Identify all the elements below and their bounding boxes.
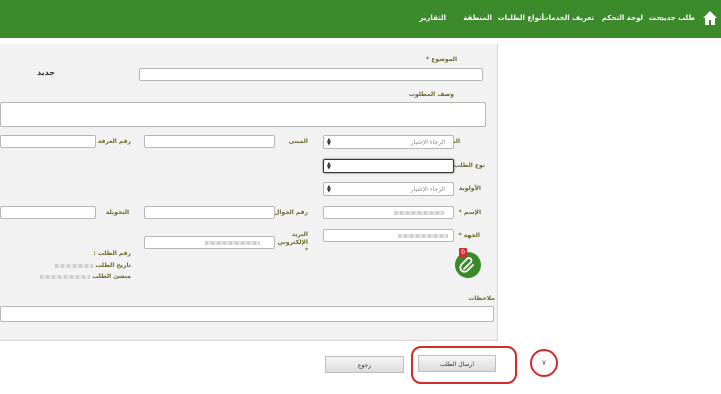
- extension-label: التحويلة: [105, 209, 129, 216]
- priority-select-value: الرجاء الإختيار: [410, 186, 445, 193]
- priority-select[interactable]: الرجاء الإختيار ▲ ▼: [323, 182, 454, 196]
- request-type-select[interactable]: ▲ ▼: [323, 159, 454, 173]
- redacted-value: [394, 211, 444, 215]
- nav-request-types[interactable]: أنواع الطلبات: [498, 14, 544, 22]
- nav-service-definitions[interactable]: تعريف الخدمات: [542, 14, 594, 22]
- nav-search[interactable]: بحث: [649, 14, 664, 22]
- redacted-creator: [40, 275, 90, 279]
- nav-new-request[interactable]: طلب جديد: [660, 14, 695, 22]
- redacted-value: [205, 241, 260, 245]
- name-label: الإسم *: [458, 209, 481, 216]
- name-input[interactable]: [323, 206, 454, 219]
- notes-input[interactable]: [0, 306, 494, 322]
- nav-reports[interactable]: التقارير: [419, 14, 446, 22]
- extension-input[interactable]: [0, 206, 96, 219]
- description-textarea[interactable]: [0, 102, 486, 127]
- building-input[interactable]: [144, 135, 275, 148]
- request-type-label: نوع الطلب *: [448, 162, 485, 169]
- request-form-panel: جديد الموضوع * وصف المطلوب المنطقة * الر…: [0, 44, 498, 341]
- request-date-label: تاريخ الطلب: [95, 262, 131, 269]
- mobile-input[interactable]: [144, 206, 275, 219]
- subject-label: الموضوع *: [426, 56, 457, 63]
- department-input[interactable]: [323, 229, 454, 242]
- select-arrows-icon: ▲ ▼: [327, 137, 331, 147]
- select-arrows-icon: ▲ ▼: [327, 184, 331, 194]
- email-label: البريد الإلكتروني *: [277, 231, 308, 254]
- redacted-value: [398, 234, 448, 238]
- email-input[interactable]: [144, 236, 275, 249]
- home-icon[interactable]: [702, 10, 718, 26]
- description-label: وصف المطلوب: [408, 91, 454, 98]
- region-select-value: الرجاء الإختيار: [410, 139, 445, 146]
- top-nav-bar: طلب جديد بحث لوحة التحكم تعريف الخدمات أ…: [0, 0, 721, 38]
- redacted-date: [55, 264, 93, 268]
- room-label: رقم الغرفة: [97, 138, 131, 145]
- submit-request-button[interactable]: ارسال الطلب: [418, 355, 496, 372]
- form-title: جديد: [37, 68, 56, 77]
- notes-label: ملاحظات: [468, 295, 495, 302]
- nav-dashboard[interactable]: لوحة التحكم: [602, 14, 643, 22]
- nav-region[interactable]: المنطقة: [463, 14, 492, 22]
- building-label: المبنى: [288, 138, 308, 145]
- room-input[interactable]: [0, 135, 96, 148]
- back-button[interactable]: رجوع: [325, 356, 404, 373]
- request-creator-label: منشئ الطلب: [92, 273, 131, 280]
- priority-label: الأولوية: [458, 185, 481, 192]
- region-select[interactable]: الرجاء الإختيار ▲ ▼: [323, 135, 454, 149]
- request-number-label: رقم الطلب :: [93, 250, 131, 257]
- select-arrows-icon: ▲ ▼: [327, 161, 331, 171]
- attachment-count-badge: 0: [459, 248, 467, 257]
- step-marker: ٧: [530, 349, 558, 377]
- subject-input[interactable]: [139, 68, 483, 81]
- department-label: الجهة *: [458, 232, 480, 239]
